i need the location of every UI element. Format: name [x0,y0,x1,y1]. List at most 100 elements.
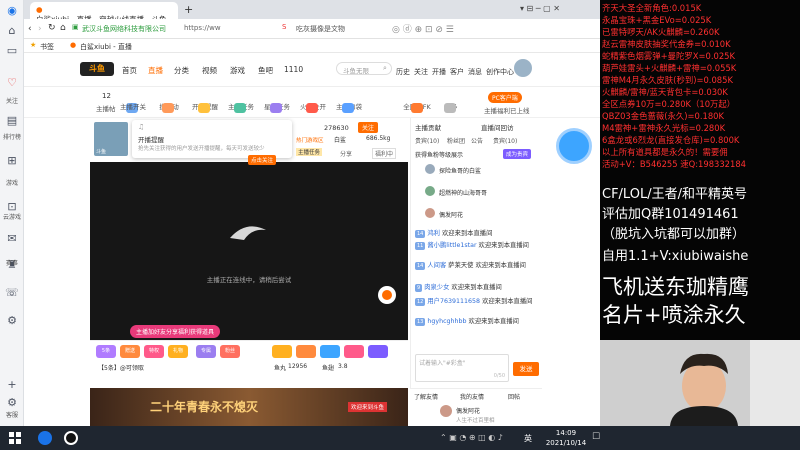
obs-taskbar-icon[interactable] [64,431,78,445]
follow-button[interactable]: 关注 [358,122,379,133]
banner-tag[interactable]: 欢迎来到斗鱼 [348,402,388,412]
ime-indicator[interactable]: 英 [524,433,532,444]
anchor-avatar[interactable]: 斗鱼 [94,122,128,156]
rank-avatar-1[interactable] [425,164,435,174]
tool-star-tasks[interactable]: 星海任务 [260,101,294,113]
tool-reminder[interactable]: 开播提醒 [188,101,222,113]
window-controls[interactable]: ▾ ⊟ ─ ▢ ✕ [520,4,560,13]
promo-bubble[interactable]: 主播加好友分享福利获得道具 [130,325,221,338]
tool-more[interactable]: 更多 [434,101,468,113]
search-engine-icon[interactable]: S [282,23,286,31]
rank-user-3[interactable]: 偶发阿花 [439,210,463,219]
user-avatar[interactable] [514,59,532,77]
nav-home[interactable]: 首页 [122,65,137,76]
search-hint[interactable]: 吃灰摄像是文物 [296,24,345,34]
phone-icon[interactable]: ☏ [3,286,21,300]
add-icon[interactable]: + [3,378,21,392]
settings-icon[interactable]: ⚙ [3,396,21,410]
rank-avatar-2[interactable] [425,186,435,196]
clock-time[interactable]: 14:09 [546,429,586,437]
fans-tab-mine[interactable]: 我的友情 [460,392,484,401]
nav-1110[interactable]: 1110 [284,65,303,74]
book-icon[interactable]: ▤ [3,114,21,128]
side-ad[interactable] [542,118,600,178]
rank-user-1[interactable]: 探险鱼哥的白鲨 [439,166,481,175]
gift-item-11[interactable] [368,345,388,358]
nav-live[interactable]: 直播 [148,65,163,76]
gift-item-6[interactable]: 粉丝 [220,345,240,358]
fish-label: 鱼丸 [274,365,287,372]
back-icon[interactable]: ‹ [28,24,32,34]
task-label[interactable]: 【5条】@可领取 [98,363,144,372]
gift-item-5[interactable]: 专属 [196,345,216,358]
first-label[interactable]: 主播帖 [96,103,116,113]
gift-item-4[interactable]: 礼物 [168,345,188,358]
gift-item-7[interactable] [272,345,292,358]
gift-item-8[interactable] [296,345,316,358]
star-icon[interactable]: ★ [30,41,36,49]
bookmark-site[interactable]: 白鲨xiubi - 直播 [80,42,132,52]
room-category[interactable]: 白鲨 [334,135,346,144]
nav-fishbar[interactable]: 鱼吧 [258,65,273,76]
window-icon[interactable]: ▭ [3,44,21,58]
float-gift-icon[interactable] [378,286,396,304]
gift-item-9[interactable] [320,345,340,358]
new-tab-button[interactable]: + [184,3,193,16]
fans-avatar[interactable] [440,405,452,417]
gift-item-2[interactable]: 赠送 [120,345,140,358]
rank-badge-button[interactable]: 成为贵宾 [503,149,532,159]
clock-date[interactable]: 2021/10/14 [538,439,594,447]
rank-avatar-3[interactable] [425,208,435,218]
search-icon[interactable]: ⌕ [383,64,387,73]
tool-pocket[interactable]: 主播口袋 [332,101,366,113]
browser-tab-active[interactable]: ● 白鲨xiubi - 直播 - 穿越火线直播 - 斗鱼 × [30,2,178,34]
refresh-icon[interactable]: ↻ [48,23,56,33]
chat-tab-room[interactable]: 直播间回访 [481,122,514,132]
tool-tasks[interactable]: 主播任务 [224,101,258,113]
site-search-box[interactable]: 斗鱼无限 ⌕ [336,62,392,75]
video-player[interactable]: 主播正在连线中，请稍后尝试 主播加好友分享福利获得道具 [90,162,408,340]
tool-fire[interactable]: 火力全开 [296,101,330,113]
browser-taskbar-icon[interactable] [38,431,52,445]
home-button-icon[interactable]: ⌂ [60,23,66,33]
sub-tab-1[interactable]: 贵宾(10) [415,136,439,145]
notification-icon[interactable]: ☐ [592,432,600,442]
share-button[interactable]: 分享 [340,149,352,158]
sub-tab-3[interactable]: 公告 [471,136,483,145]
douyu-logo[interactable]: 斗鱼 [80,62,114,76]
browser-tool-icons[interactable]: ◎ ⓓ ⊕ ⊡ ⊘ ☰ [392,22,454,35]
gift-item-10[interactable] [344,345,364,358]
message-icon[interactable]: ✉ [3,232,21,246]
fans-user[interactable]: 偶发阿花 [456,406,480,415]
url-input[interactable]: https://ww [184,24,221,32]
tool-events[interactable]: 摸活动 [152,101,186,113]
gamepad-icon[interactable]: ⊞ [3,154,21,168]
nav-category[interactable]: 分类 [174,65,189,76]
forward-icon[interactable]: › [38,24,42,34]
gift-item-1[interactable]: 5条 [96,345,116,358]
browser-logo-icon[interactable]: ◉ [3,4,21,18]
bookmark-label[interactable]: 书签 [40,42,54,52]
heart-icon[interactable]: ♡ [3,76,21,90]
event-banner[interactable]: 二十年青春永不熄灭 欢迎来到斗鱼 [90,388,408,426]
pc-client-tag[interactable]: PC客户端 [488,92,522,103]
send-button[interactable]: 发送 [513,362,539,376]
sub-tab-2[interactable]: 粉丝团 [447,136,465,145]
welfare-button[interactable]: 福利中 [372,148,397,159]
tool-anchor-switch[interactable]: 主播开关 [116,101,150,113]
nav-video[interactable]: 视频 [202,65,217,76]
nav-game[interactable]: 游戏 [230,65,245,76]
follow-prompt-button[interactable]: 点击关注 [248,155,277,165]
chat-tab-contrib[interactable]: 主播贡献 [415,122,441,132]
site-search-input[interactable]: 斗鱼无限 [343,65,369,75]
gear-icon[interactable]: ⚙ [3,314,21,328]
home-icon[interactable]: ⌂ [3,24,21,38]
gift-item-3[interactable]: 特权 [144,345,164,358]
sub-tab-4[interactable]: 贵宾(10) [493,136,517,145]
tray-icons[interactable]: ⌃ ▣ ◔ ⊕ ◫ ◐ ♪ [440,433,503,442]
fans-tab-reply[interactable]: 回帖 [508,392,520,401]
rank-user-2[interactable]: 超燃神的山海哥哥 [439,188,487,197]
welfare-label[interactable]: 主播福利已上线 [484,105,530,115]
chat-input[interactable]: 试着输入"#彩盒" 0/50 [415,354,509,382]
windows-start-icon[interactable] [8,431,22,445]
